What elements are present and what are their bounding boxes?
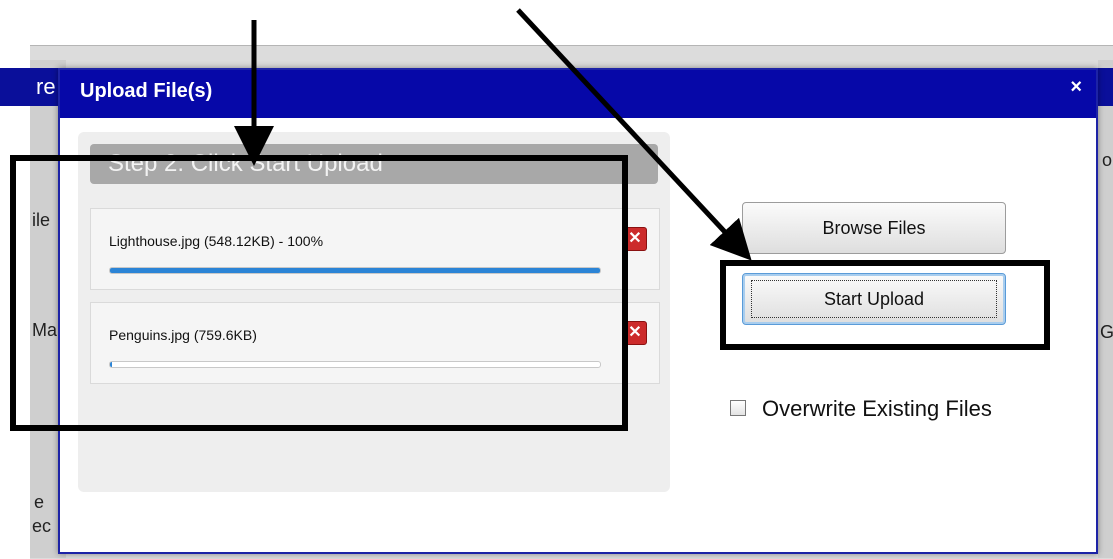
annotation-arrows [234, 8, 752, 261]
arrow-diagonal-icon [516, 8, 752, 261]
